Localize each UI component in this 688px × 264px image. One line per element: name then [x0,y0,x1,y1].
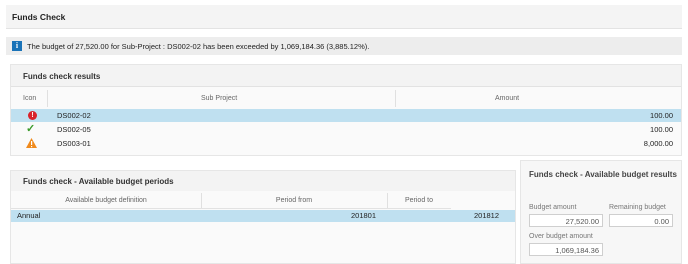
checkmark-icon: ✓ [26,123,36,135]
amount-cell: 8,000.00 [643,139,673,148]
periods-panel-header: Funds check - Available budget periods [11,171,515,191]
warning-icon [26,138,37,148]
message-bar: i The budget of 27,520.00 for Sub-Projec… [6,37,682,55]
sub-project-cell: DS002-05 [57,125,91,134]
over-budget-label: Over budget amount [529,233,593,240]
results-panel-title: Funds check results [23,72,101,81]
column-divider [395,90,396,107]
table-row[interactable]: ! DS002-02 100.00 [11,109,681,122]
period-to-cell: 201812 [474,211,500,220]
remaining-budget-field[interactable]: 0.00 [609,214,673,227]
budget-amount-label: Budget amount [529,204,577,211]
remaining-budget-label: Remaining budget [609,204,666,211]
message-text: The budget of 27,520.00 for Sub-Project … [27,42,370,51]
budget-results-panel: Funds check - Available budget results B… [520,160,682,264]
budget-definition-cell: Annual [17,211,41,220]
results-panel-header: Funds check results [11,65,681,87]
budget-amount-field[interactable]: 27,520.00 [529,214,603,227]
period-from-cell: 201801 [351,211,377,220]
sub-project-cell: DS003-01 [57,139,91,148]
column-divider [47,90,48,107]
column-header-period-from[interactable]: Period from [201,193,387,209]
column-header-period-to[interactable]: Period to [387,193,451,209]
over-budget-field[interactable]: 1,069,184.36 [529,243,603,256]
budget-periods-panel: Funds check - Available budget periods A… [10,170,516,264]
sub-project-cell: DS002-02 [57,111,91,120]
info-icon: i [12,41,22,51]
amount-cell: 100.00 [650,125,673,134]
title-bar: Funds Check [6,5,682,29]
funds-check-results-panel: Funds check results Icon Sub Project Amo… [10,64,682,156]
table-row[interactable]: ✓ DS002-05 100.00 [11,123,681,136]
table-row[interactable]: Annual 201801 201812 [11,210,515,222]
table-row[interactable]: DS003-01 8,000.00 [11,137,681,150]
error-icon: ! [28,111,37,120]
budget-results-title: Funds check - Available budget results [529,170,677,179]
periods-panel-title: Funds check - Available budget periods [23,177,174,186]
column-header-budget-definition[interactable]: Available budget definition [11,193,201,209]
amount-cell: 100.00 [650,111,673,120]
page-title: Funds Check [12,12,66,22]
